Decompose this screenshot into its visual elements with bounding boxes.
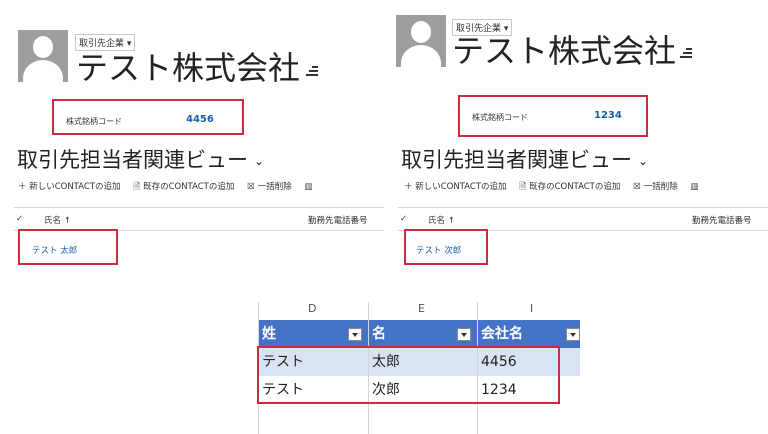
grid-header: ✓ 氏名 ↑ 勤務先電話番号 — [14, 207, 384, 231]
bulk-delete-label: 一括削除 — [643, 182, 678, 192]
command-bar: ＋ 新しいCONTACTの追加 🗎 既存のCONTACTの追加 ☒ 一括削除 ▥ — [404, 180, 708, 195]
contact-record-link[interactable]: テスト 次郎 — [416, 244, 461, 256]
header-given-name: 名 — [372, 326, 386, 342]
add-existing-contact-button[interactable]: 🗎 既存のCONTACTの追加 — [519, 180, 620, 195]
excel-highlight-box — [257, 346, 560, 404]
column-name-header[interactable]: 氏名 ↑ — [44, 214, 71, 226]
hamburger-icon[interactable] — [680, 48, 692, 58]
header-surname: 姓 — [262, 326, 276, 342]
view-title[interactable]: 取引先担当者関連ビュー ⌄ — [401, 144, 648, 174]
stock-code-value[interactable]: 1234 — [594, 110, 622, 121]
contact-record-link[interactable]: テスト 太郎 — [32, 244, 77, 256]
column-letter-d[interactable]: D — [308, 302, 316, 315]
header-cell[interactable]: 会社名 — [477, 320, 580, 348]
stock-code-highlight-box: 株式銘柄コード 1234 — [458, 95, 648, 137]
table-header-row: 姓 名 会社名 — [258, 320, 580, 348]
crm-panel-left: 取引先企業 ▾ テスト株式会社 株式銘柄コード 4456 取引先担当者関連ビュー… — [0, 0, 384, 270]
filter-dropdown-icon[interactable] — [457, 328, 471, 341]
column-phone-header[interactable]: 勤務先電話番号 — [308, 214, 368, 226]
grid-header: ✓ 氏名 ↑ 勤務先電話番号 — [398, 207, 768, 231]
column-letter-row: D E I — [258, 302, 580, 320]
company-title: テスト株式会社 — [76, 49, 301, 87]
add-new-contact-button[interactable]: ＋ 新しいCONTACTの追加 — [404, 180, 507, 192]
column-phone-header[interactable]: 勤務先電話番号 — [692, 214, 752, 226]
add-existing-contact-button[interactable]: 🗎 既存のCONTACTの追加 — [133, 180, 234, 195]
crm-panel-right: 取引先企業 ▾ テスト株式会社 株式銘柄コード 1234 取引先担当者関連ビュー… — [384, 0, 768, 270]
add-existing-icon: 🗎 — [519, 182, 527, 192]
chevron-down-icon[interactable]: ⌄ — [254, 154, 264, 168]
column-name-header[interactable]: 氏名 ↑ — [428, 214, 455, 226]
select-all-checkbox[interactable]: ✓ — [400, 214, 407, 224]
select-all-checkbox[interactable]: ✓ — [16, 214, 23, 224]
header-company: 会社名 — [481, 326, 523, 342]
record-highlight-box: テスト 太郎 — [18, 229, 118, 265]
chart-icon[interactable]: ▥ — [690, 182, 698, 192]
delete-icon: ☒ — [247, 182, 255, 192]
add-existing-icon: 🗎 — [133, 182, 141, 192]
chevron-down-icon[interactable]: ⌄ — [638, 154, 648, 168]
column-letter-i[interactable]: I — [530, 302, 533, 315]
chart-icon[interactable]: ▥ — [304, 182, 312, 192]
column-letter-e[interactable]: E — [418, 302, 425, 315]
add-existing-label: 既存のCONTACTの追加 — [143, 182, 235, 192]
add-new-contact-button[interactable]: ＋ 新しいCONTACTの追加 — [18, 180, 121, 192]
stock-code-highlight-box: 株式銘柄コード 4456 — [52, 99, 244, 135]
view-title-text: 取引先担当者関連ビュー — [401, 148, 632, 172]
hamburger-icon[interactable] — [306, 66, 318, 76]
header-cell[interactable]: 名 — [368, 320, 477, 348]
filter-dropdown-icon[interactable] — [348, 328, 362, 341]
delete-icon: ☒ — [633, 182, 641, 192]
stock-code-label: 株式銘柄コード — [472, 113, 528, 122]
bulk-delete-label: 一括削除 — [257, 182, 292, 192]
bulk-delete-button[interactable]: ☒ 一括削除 — [633, 180, 678, 192]
view-title[interactable]: 取引先担当者関連ビュー ⌄ — [17, 144, 264, 174]
bulk-delete-button[interactable]: ☒ 一括削除 — [247, 180, 292, 192]
stock-code-value[interactable]: 4456 — [186, 114, 214, 125]
stock-code-label: 株式銘柄コード — [66, 117, 122, 126]
command-bar: ＋ 新しいCONTACTの追加 🗎 既存のCONTACTの追加 ☒ 一括削除 ▥ — [18, 180, 322, 195]
view-title-text: 取引先担当者関連ビュー — [17, 148, 248, 172]
record-highlight-box: テスト 次郎 — [404, 229, 488, 265]
avatar — [396, 15, 446, 67]
add-existing-label: 既存のCONTACTの追加 — [529, 182, 621, 192]
header-cell[interactable]: 姓 — [258, 320, 368, 348]
avatar — [18, 30, 68, 82]
filter-dropdown-icon[interactable] — [566, 328, 580, 341]
company-title: テスト株式会社 — [452, 32, 677, 70]
